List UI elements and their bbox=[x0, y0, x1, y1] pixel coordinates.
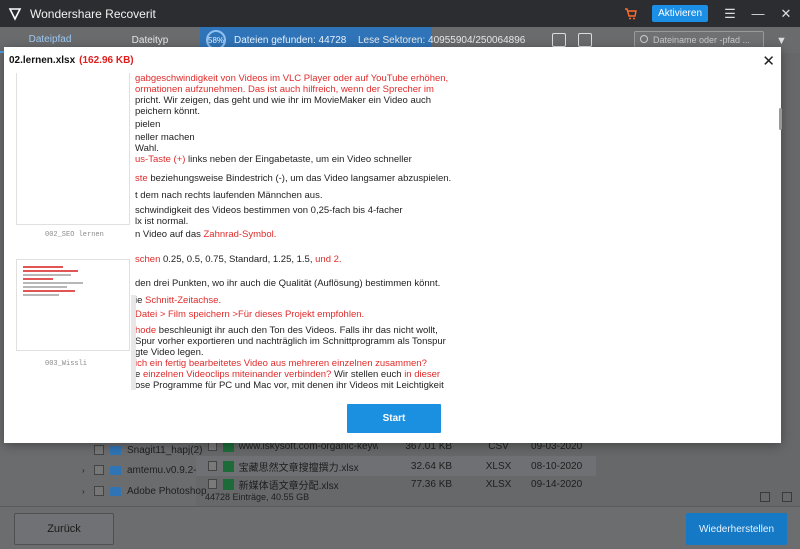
document-line: gabgeschwindigkeit von Videos im VLC Pla… bbox=[135, 73, 449, 84]
checkbox[interactable] bbox=[208, 461, 218, 471]
document-line: ich ein fertig bearbeitetes Video aus me… bbox=[135, 358, 427, 369]
thumbnail-scrollbar[interactable] bbox=[131, 295, 136, 390]
document-line: den drei Punkten, wo ihr auch die Qualit… bbox=[135, 278, 441, 289]
chevron-right-icon[interactable]: › bbox=[82, 466, 92, 475]
checkbox[interactable] bbox=[94, 486, 104, 496]
document-line: ose Programme für PC und Mac vor, mit de… bbox=[135, 380, 444, 391]
tree-item-label: Snagit11_hapj(2) bbox=[127, 444, 203, 456]
preview-header: 02.lernen.xlsx (162.96 KB) bbox=[4, 47, 781, 73]
document-line: Datei > Film speichern >Für dieses Proje… bbox=[135, 309, 365, 320]
checkbox[interactable] bbox=[94, 445, 104, 455]
close-icon[interactable]: ✕ bbox=[762, 52, 775, 70]
back-button[interactable]: Zurück bbox=[14, 513, 114, 545]
app-title: Wondershare Recoverit bbox=[30, 6, 156, 21]
document-line: nt bbox=[135, 391, 143, 393]
recoverit-logo-icon bbox=[8, 7, 22, 21]
pause-icon[interactable] bbox=[552, 33, 566, 47]
excel-file-icon bbox=[223, 460, 234, 472]
document-line: pricht. Wir zeigen, das geht und wie ihr… bbox=[135, 95, 432, 106]
folder-icon bbox=[110, 465, 121, 475]
start-button[interactable]: Start bbox=[347, 404, 441, 433]
document-line: hode beschleunigt ihr auch den Ton des V… bbox=[135, 325, 438, 336]
preview-document: gabgeschwindigkeit von Videos im VLC Pla… bbox=[4, 73, 774, 393]
document-line: e einzelnen Videoclips miteinander verbi… bbox=[135, 369, 441, 380]
preview-filename: 02.lernen.xlsx bbox=[9, 54, 76, 66]
status-bar: 44728 Einträge, 40.55 GB bbox=[196, 488, 800, 506]
document-line: neller machen bbox=[135, 132, 195, 143]
document-line: ste beziehungsweise Bindestrich (-), um … bbox=[135, 173, 452, 184]
thumbnail-label: 002_SEO lernen bbox=[45, 231, 104, 239]
preview-scrollbar[interactable] bbox=[779, 108, 782, 130]
document-line: ie Schnitt-Zeitachse. bbox=[135, 295, 222, 306]
tree-item-label: Adobe Photoshop bbox=[127, 485, 207, 497]
document-line: Spur vorher exportieren und nachträglich… bbox=[135, 336, 446, 347]
folder-icon bbox=[110, 445, 121, 455]
tree-item[interactable]: Snagit11_hapj(2) bbox=[82, 441, 202, 459]
sectors-read: Lese Sektoren: 40955904/250064896 bbox=[358, 35, 526, 46]
folder-icon bbox=[110, 486, 121, 496]
tree-item[interactable]: › Adobe Photoshop bbox=[82, 482, 207, 500]
document-line: schen 0.25, 0.5, 0.75, Standard, 1.25, 1… bbox=[135, 254, 342, 265]
document-line: schwindigkeit des Videos bestimmen von 0… bbox=[135, 205, 403, 216]
chevron-right-icon[interactable]: › bbox=[82, 487, 92, 496]
activate-button[interactable]: Aktivieren bbox=[652, 5, 708, 22]
tab-file-type[interactable]: Dateityp bbox=[100, 35, 200, 46]
filter-icon[interactable]: ▼ bbox=[776, 35, 787, 47]
search-icon bbox=[640, 35, 648, 43]
tree-item[interactable]: › amtemu.v0.9.2-p bbox=[82, 461, 202, 479]
minimize-icon[interactable]: — bbox=[744, 0, 772, 27]
sheet-thumbnail[interactable] bbox=[16, 259, 130, 351]
sheet-thumbnails: 002_SEO lernen 003_Wissli bbox=[13, 73, 131, 393]
document-line: t dem nach rechts laufenden Männchen aus… bbox=[135, 190, 323, 201]
document-line: peichern könnt. bbox=[135, 106, 200, 117]
checkbox[interactable] bbox=[94, 465, 104, 475]
document-line: Wahl. bbox=[135, 143, 159, 154]
table-row[interactable]: 宝藏思然文章搜擅撰力.xlsx 32.64 KB XLSX 08-10-2020 bbox=[196, 456, 596, 476]
document-line: us-Taste (+) links neben der Eingabetast… bbox=[135, 154, 412, 165]
menu-icon[interactable]: ☰ bbox=[716, 0, 744, 27]
tree-item-label: amtemu.v0.9.2-p bbox=[127, 464, 203, 476]
document-line: gte Video legen. bbox=[135, 347, 204, 358]
stop-icon[interactable] bbox=[578, 33, 592, 47]
document-line: pielen bbox=[135, 119, 161, 130]
restore-button[interactable]: Wiederherstellen bbox=[686, 513, 787, 545]
list-view-icon[interactable] bbox=[782, 492, 792, 502]
preview-dialog: 02.lernen.xlsx (162.96 KB) ✕ gabgeschwin… bbox=[4, 47, 782, 443]
item-count: 44728 Einträge, 40.55 GB bbox=[205, 492, 310, 502]
document-line: n Video auf das Zahnrad-Symbol. bbox=[135, 229, 277, 240]
sheet-thumbnail[interactable] bbox=[16, 73, 130, 225]
preview-filesize: (162.96 KB) bbox=[79, 54, 134, 66]
close-window-icon[interactable]: ✕ bbox=[772, 0, 800, 27]
document-line: lx ist normal. bbox=[135, 216, 189, 227]
cart-icon[interactable] bbox=[616, 0, 644, 27]
thumbnail-label: 003_Wissli bbox=[45, 360, 88, 368]
document-line: ormationen aufzunehmen. Das ist auch hil… bbox=[135, 84, 434, 95]
grid-view-icon[interactable] bbox=[760, 492, 770, 502]
title-bar: Wondershare Recoverit Aktivieren ☰ — ✕ bbox=[0, 0, 800, 27]
footer: Zurück Wiederherstellen bbox=[0, 506, 800, 549]
files-found: Dateien gefunden: 44728 bbox=[234, 34, 347, 46]
